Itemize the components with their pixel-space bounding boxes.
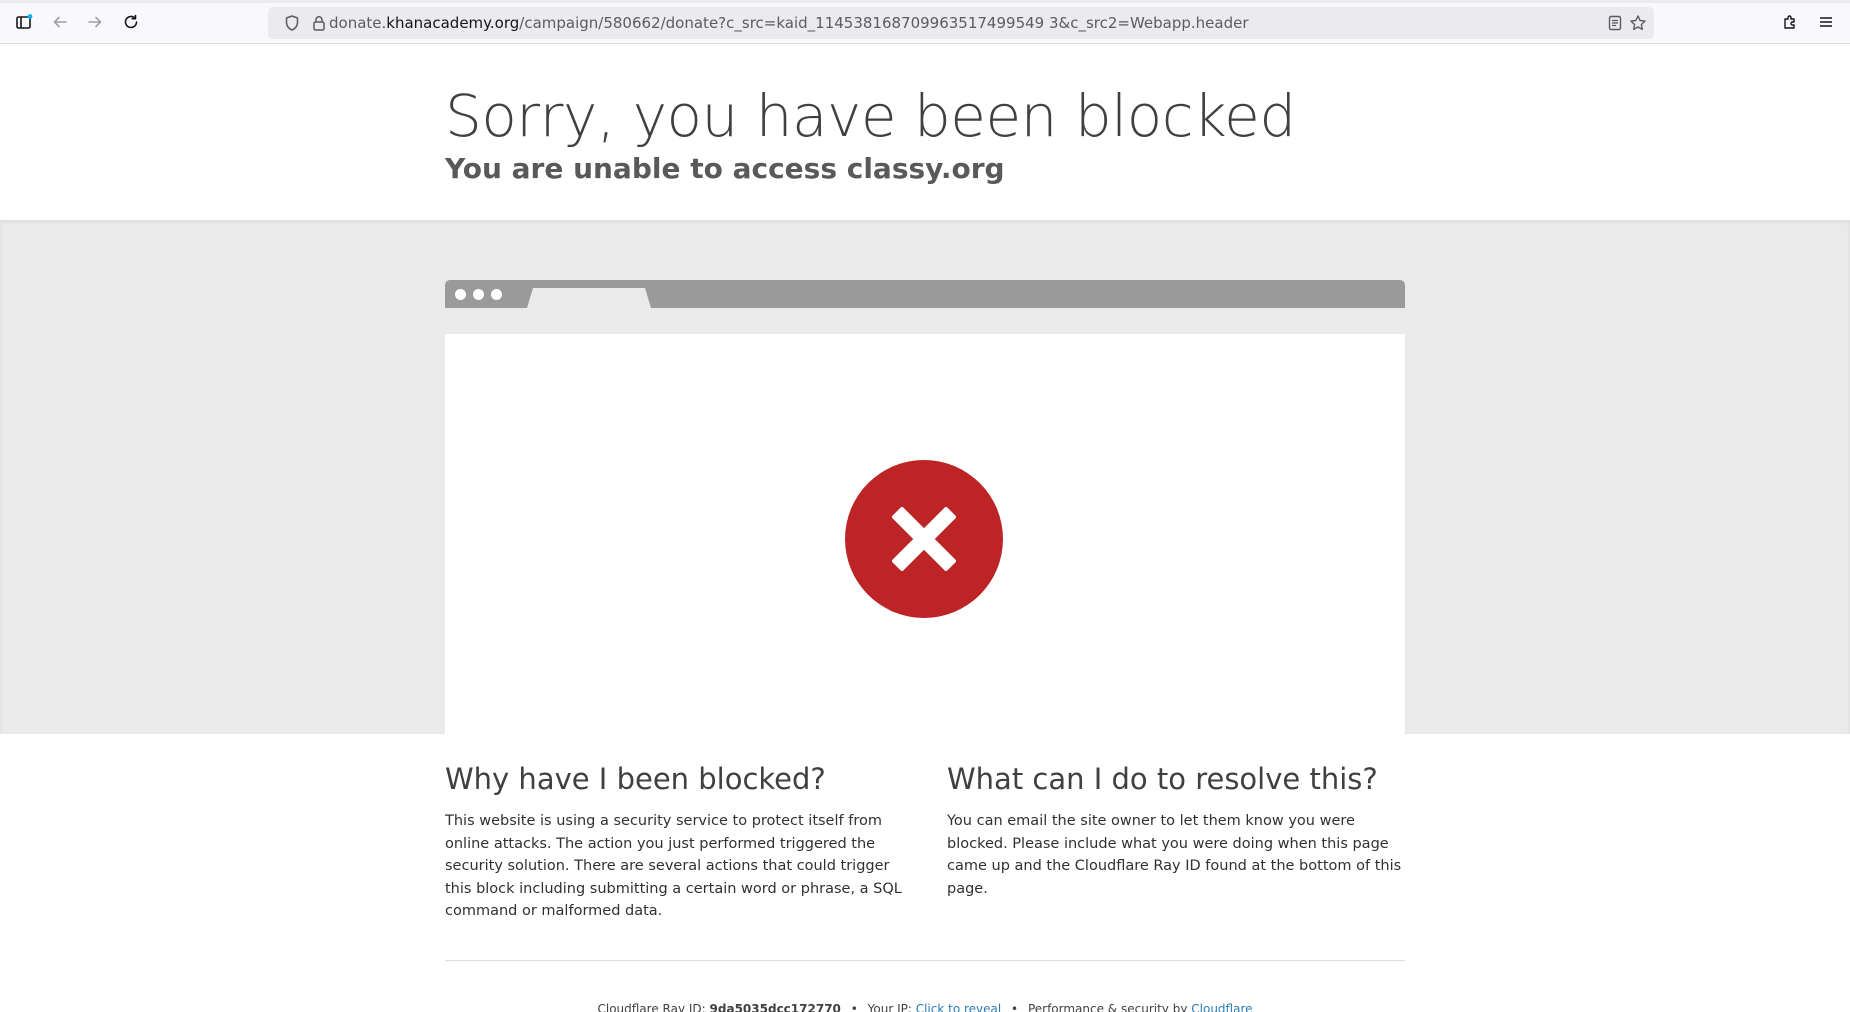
back-arrow-icon[interactable] bbox=[49, 11, 71, 33]
star-icon[interactable] bbox=[1629, 14, 1647, 32]
resolve-text: You can email the site owner to let them… bbox=[947, 813, 1402, 897]
window-dot bbox=[473, 289, 484, 300]
url-bar[interactable]: donate.khanacademy.org/campaign/580662/d… bbox=[268, 7, 1654, 39]
performance-label: Performance & security by bbox=[1027, 1002, 1188, 1012]
footer: Cloudflare Ray ID: 9da5035dcc172770 • Yo… bbox=[445, 1002, 1405, 1012]
ray-id-label: Cloudflare Ray ID: bbox=[597, 1002, 706, 1012]
ip-label: Your IP: bbox=[867, 1002, 912, 1012]
forward-arrow-icon[interactable] bbox=[84, 11, 106, 33]
puzzle-icon[interactable] bbox=[1779, 11, 1801, 33]
lock-icon[interactable] bbox=[310, 14, 328, 32]
toolbar-top-line bbox=[0, 0, 1850, 3]
shield-icon[interactable] bbox=[283, 14, 301, 32]
reveal-ip-link[interactable]: Click to reveal bbox=[916, 1002, 1002, 1012]
reload-icon[interactable] bbox=[120, 11, 142, 33]
url-text[interactable]: donate.khanacademy.org/campaign/580662/d… bbox=[329, 7, 1249, 39]
browser-illustration-tab bbox=[527, 288, 651, 308]
url-prefix: donate. bbox=[329, 14, 387, 32]
error-x-icon bbox=[845, 460, 1003, 618]
footer-divider bbox=[445, 960, 1405, 961]
ray-id-value: 9da5035dcc172770 bbox=[709, 1002, 841, 1012]
page-subtitle: You are unable to access classy.org bbox=[445, 152, 1005, 185]
page-title: Sorry, you have been blocked bbox=[445, 82, 1296, 150]
url-path: /campaign/580662/donate?c_src=kaid_11453… bbox=[519, 14, 1249, 32]
hamburger-menu-icon[interactable] bbox=[1815, 11, 1837, 33]
resolve-section: What can I do to resolve this? You can e… bbox=[947, 762, 1407, 900]
page-header: Sorry, you have been blocked You are una… bbox=[0, 44, 1850, 220]
browser-toolbar: donate.khanacademy.org/campaign/580662/d… bbox=[0, 0, 1850, 44]
url-host: khanacademy.org bbox=[386, 14, 520, 32]
footer-bullet: • bbox=[1011, 1002, 1019, 1012]
reader-view-icon[interactable] bbox=[1606, 14, 1624, 32]
why-blocked-section: Why have I been blocked? This website is… bbox=[445, 762, 905, 923]
window-dot bbox=[455, 289, 466, 300]
footer-bullet: • bbox=[850, 1002, 858, 1012]
window-dot bbox=[491, 289, 502, 300]
resolve-heading: What can I do to resolve this? bbox=[947, 762, 1378, 796]
cloudflare-link[interactable]: Cloudflare bbox=[1191, 1002, 1252, 1012]
sidebar-icon[interactable] bbox=[13, 11, 35, 33]
why-blocked-heading: Why have I been blocked? bbox=[445, 762, 826, 796]
why-blocked-text: This website is using a security service… bbox=[445, 813, 902, 919]
